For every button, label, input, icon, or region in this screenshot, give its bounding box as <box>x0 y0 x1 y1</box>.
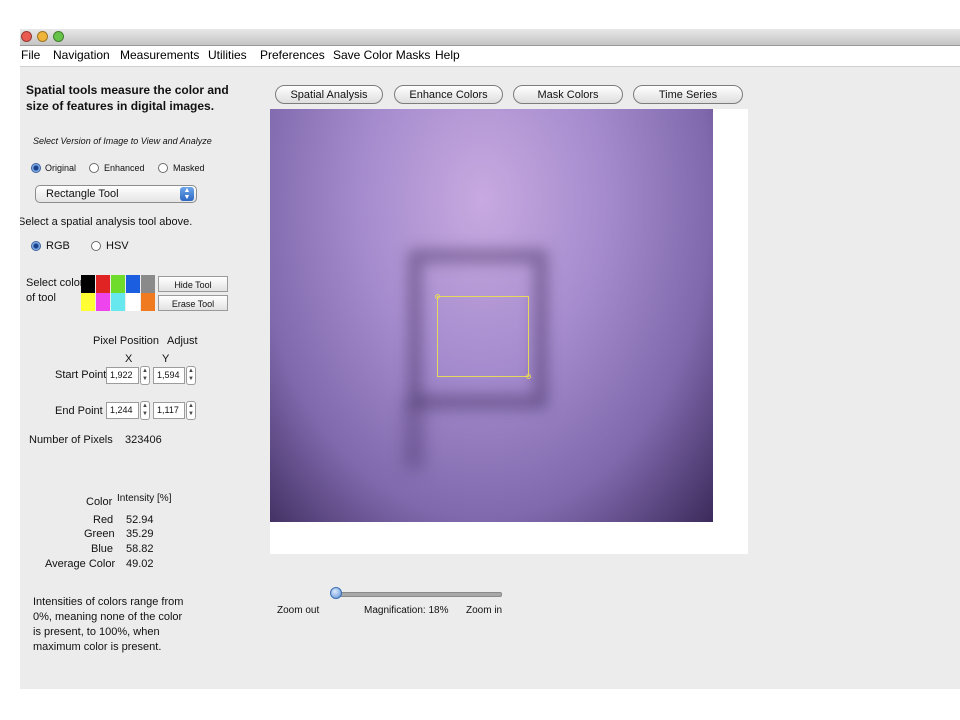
note-line: Intensities of colors range from <box>33 596 184 608</box>
app-window: File Navigation Measurements Utilities P… <box>20 29 960 689</box>
intensity-average-value: 49.02 <box>126 558 154 570</box>
menu-help[interactable]: Help <box>435 48 460 62</box>
tool-select-value: Rectangle Tool <box>46 188 119 200</box>
pixel-position-label: Pixel Position <box>93 335 160 347</box>
tool-prompt: Select a spatial analysis tool above. <box>20 216 193 228</box>
tab-enhance-colors[interactable]: Enhance Colors <box>394 85 503 104</box>
menu-bar: File Navigation Measurements Utilities P… <box>20 46 960 67</box>
intensity-note: Intensities of colors range from 0%, mea… <box>33 595 183 655</box>
menu-save-color-masks[interactable]: Save Color Masks <box>333 48 430 62</box>
menu-measurements[interactable]: Measurements <box>120 48 199 62</box>
menu-navigation[interactable]: Navigation <box>53 48 110 62</box>
headline-line: size of features in digital images. <box>26 99 215 113</box>
panel-headline: Spatial tools measure the color and size… <box>26 82 229 114</box>
color-swatch[interactable] <box>81 293 95 311</box>
zoom-in-label: Zoom in <box>466 605 503 616</box>
end-y-stepper[interactable]: ▲ ▼ <box>186 401 196 420</box>
num-pixels-value: 323406 <box>125 434 162 446</box>
note-line: maximum color is present. <box>33 641 162 653</box>
menu-file[interactable]: File <box>21 48 40 62</box>
y-label: Y <box>162 353 170 365</box>
intensity-green-value: 35.29 <box>126 528 154 540</box>
magnification-label: Magnification: 18% <box>364 605 449 616</box>
radio-original[interactable] <box>31 163 41 173</box>
tab-spatial-analysis[interactable]: Spatial Analysis <box>275 85 383 104</box>
radio-masked-label: Masked <box>173 163 205 173</box>
note-line: is present, to 100%, when <box>33 626 160 638</box>
selection-rectangle[interactable] <box>437 296 529 377</box>
radio-enhanced-label: Enhanced <box>104 163 145 173</box>
num-pixels-label: Number of Pixels <box>29 434 113 446</box>
tab-time-series[interactable]: Time Series <box>633 85 743 104</box>
tool-select[interactable]: Rectangle Tool ▲ ▼ <box>35 185 197 203</box>
up-down-arrows-icon: ▲ ▼ <box>180 187 194 201</box>
end-x-field[interactable]: 1,244 <box>106 402 139 419</box>
radio-hsv-label: HSV <box>106 240 129 252</box>
intensity-red-value: 52.94 <box>126 514 154 526</box>
color-swatch[interactable] <box>111 275 125 293</box>
intensity-average-label: Average Color <box>45 558 116 570</box>
color-swatches <box>81 275 155 311</box>
intensity-green-label: Green <box>84 528 115 540</box>
selection-start-handle[interactable] <box>435 294 440 299</box>
erase-tool-button[interactable]: Erase Tool <box>158 295 228 311</box>
title-bar <box>20 29 960 46</box>
color-swatch[interactable] <box>141 275 155 293</box>
tab-mask-colors[interactable]: Mask Colors <box>513 85 623 104</box>
start-y-field[interactable]: 1,594 <box>153 367 185 384</box>
color-swatch[interactable] <box>111 293 125 311</box>
sample-image[interactable] <box>270 109 713 522</box>
end-point-label: End Point <box>55 405 103 417</box>
start-point-label: Start Point <box>55 369 107 381</box>
menu-utilities[interactable]: Utilities <box>208 48 247 62</box>
radio-masked[interactable] <box>158 163 168 173</box>
color-column-header: Color <box>86 496 113 508</box>
start-y-stepper[interactable]: ▲ ▼ <box>186 366 196 385</box>
zoom-slider-track[interactable] <box>336 592 502 597</box>
color-swatch[interactable] <box>126 275 140 293</box>
note-line: 0%, meaning none of the color <box>33 611 183 623</box>
sample-frame-leg <box>404 399 424 469</box>
zoom-out-label: Zoom out <box>277 605 320 616</box>
hide-tool-button[interactable]: Hide Tool <box>158 276 228 292</box>
minimize-window-icon[interactable] <box>37 31 48 42</box>
intensity-red-label: Red <box>93 514 114 526</box>
close-window-icon[interactable] <box>21 31 32 42</box>
intensity-column-header: Intensity [%] <box>117 493 172 504</box>
adjust-label: Adjust <box>167 335 198 347</box>
x-label: X <box>125 353 133 365</box>
start-x-stepper[interactable]: ▲ ▼ <box>140 366 150 385</box>
selection-end-handle[interactable] <box>526 374 531 379</box>
radio-hsv[interactable] <box>91 241 101 251</box>
image-canvas[interactable] <box>270 109 748 554</box>
radio-rgb[interactable] <box>31 241 41 251</box>
color-swatch[interactable] <box>126 293 140 311</box>
intensity-blue-value: 58.82 <box>126 543 154 555</box>
start-x-field[interactable]: 1,922 <box>106 367 139 384</box>
color-swatch[interactable] <box>96 293 110 311</box>
zoom-window-icon[interactable] <box>53 31 64 42</box>
end-x-stepper[interactable]: ▲ ▼ <box>140 401 150 420</box>
menu-preferences[interactable]: Preferences <box>260 48 325 62</box>
select-color-line: of tool <box>26 292 56 304</box>
end-y-field[interactable]: 1,117 <box>153 402 185 419</box>
zoom-slider-handle[interactable] <box>330 587 342 599</box>
radio-rgb-label: RGB <box>46 240 70 252</box>
select-color-line: Select color <box>26 277 84 289</box>
radio-original-label: Original <box>45 163 77 173</box>
radio-enhanced[interactable] <box>89 163 99 173</box>
version-prompt: Select Version of Image to View and Anal… <box>33 136 212 146</box>
select-color-label: Select color of tool <box>26 276 83 306</box>
headline-line: Spatial tools measure the color and <box>26 83 229 97</box>
color-swatch[interactable] <box>81 275 95 293</box>
color-swatch[interactable] <box>96 275 110 293</box>
intensity-blue-label: Blue <box>91 543 114 555</box>
color-swatch[interactable] <box>141 293 155 311</box>
